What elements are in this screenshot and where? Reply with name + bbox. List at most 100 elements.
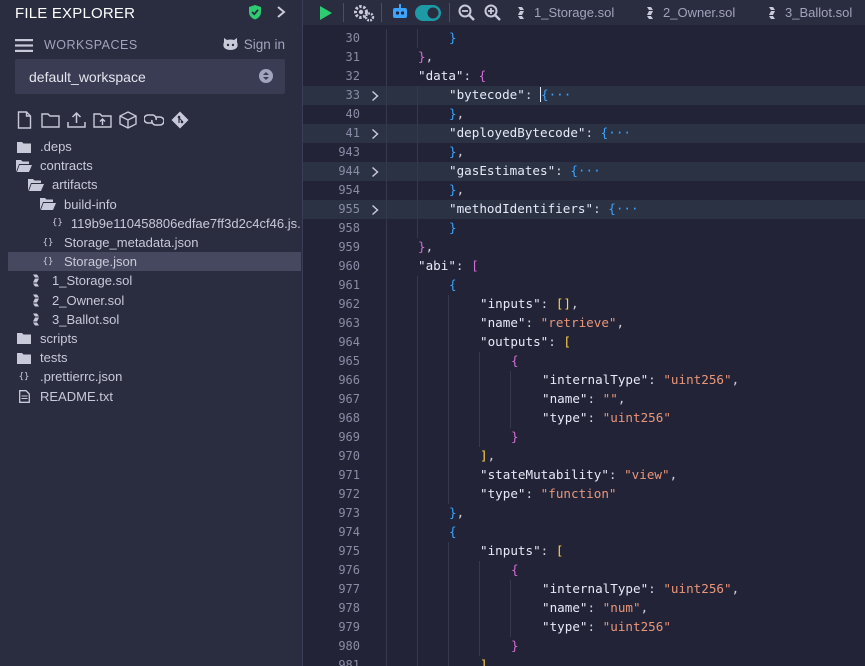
upload-folder-icon[interactable] xyxy=(92,110,112,129)
code-line[interactable]: 961 { xyxy=(303,276,865,295)
code-line[interactable]: 967 "name": "", xyxy=(303,390,865,409)
sign-in-button[interactable]: Sign in xyxy=(222,37,285,52)
chevron-right-icon[interactable] xyxy=(276,5,286,24)
line-number: 975 xyxy=(338,544,360,558)
code-line[interactable]: 976 { xyxy=(303,561,865,580)
indent-guide xyxy=(448,618,449,637)
code-text: "gasEstimates": {··· xyxy=(449,163,601,178)
code-line[interactable]: 969} xyxy=(303,428,865,447)
json-file-icon: {} xyxy=(42,256,54,267)
hamburger-menu-icon[interactable] xyxy=(15,38,33,58)
compile-settings-button[interactable] xyxy=(353,0,375,25)
code-line[interactable]: 31}, xyxy=(303,48,865,67)
tab-1-storage[interactable]: 1_Storage.sol xyxy=(517,0,614,25)
code-token: "function" xyxy=(540,486,617,501)
code-line[interactable]: 30} xyxy=(303,29,865,48)
tree-item[interactable]: tests xyxy=(8,348,301,367)
code-line[interactable]: 964 "outputs": [ xyxy=(303,333,865,352)
upload-file-icon[interactable] xyxy=(66,110,86,129)
shield-check-icon[interactable] xyxy=(248,4,262,25)
sign-in-label: Sign in xyxy=(243,37,285,52)
code-line[interactable]: 975 "inputs": [ xyxy=(303,542,865,561)
tree-item[interactable]: contracts xyxy=(8,156,301,175)
code-line[interactable]: 971 "stateMutability": "view", xyxy=(303,466,865,485)
tree-item[interactable]: .deps xyxy=(8,137,301,156)
code-line[interactable]: 966 "internalType": "uint256", xyxy=(303,371,865,390)
indent-guide xyxy=(479,580,480,599)
fold-chevron-icon[interactable] xyxy=(371,204,379,219)
tree-item[interactable]: {} Storage.json xyxy=(8,252,301,272)
code-line[interactable]: 958} xyxy=(303,219,865,238)
tree-item[interactable]: build-info xyxy=(8,195,301,214)
indent-guide xyxy=(386,257,387,276)
fold-chevron-icon[interactable] xyxy=(371,90,379,105)
link-icon[interactable] xyxy=(144,110,164,129)
ai-copilot-button[interactable] xyxy=(391,0,409,25)
code-line[interactable]: 40}, xyxy=(303,105,865,124)
tree-item-label: 3_Ballot.sol xyxy=(52,311,120,327)
code-line[interactable]: 978 "name": "num", xyxy=(303,599,865,618)
tree-item[interactable]: {} 119b9e110458806edfae7ff3d2c4cf46.js... xyxy=(8,214,301,233)
code-line[interactable]: 980} xyxy=(303,637,865,656)
indent-guide xyxy=(448,409,449,428)
code-line[interactable]: 973}, xyxy=(303,504,865,523)
solidity-icon xyxy=(518,6,524,19)
code-line[interactable]: 962 "inputs": [], xyxy=(303,295,865,314)
indent-guide xyxy=(386,523,387,542)
code-line[interactable]: 974 { xyxy=(303,523,865,542)
tree-item[interactable]: 1_Storage.sol xyxy=(8,271,301,290)
indent-guide xyxy=(417,523,418,542)
code-line[interactable]: 979 "type": "uint256" xyxy=(303,618,865,637)
new-file-icon[interactable] xyxy=(14,110,34,129)
tree-item[interactable]: scripts xyxy=(8,329,301,348)
package-icon[interactable] xyxy=(118,110,138,129)
code-line[interactable]: 954}, xyxy=(303,181,865,200)
code-line[interactable]: 968 "type": "uint256" xyxy=(303,409,865,428)
code-token: : xyxy=(555,163,571,178)
code-token: , xyxy=(425,239,434,254)
code-token: "uint256" xyxy=(663,372,732,387)
code-token: ] xyxy=(480,448,488,463)
new-folder-icon[interactable] xyxy=(40,110,60,129)
git-icon[interactable] xyxy=(170,110,190,129)
tab-3-ballot[interactable]: 3_Ballot.sol xyxy=(768,0,852,25)
zoom-in-button[interactable] xyxy=(484,0,501,25)
code-line[interactable]: 977 "internalType": "uint256", xyxy=(303,580,865,599)
tree-item[interactable]: artifacts xyxy=(8,175,301,194)
zoom-out-button[interactable] xyxy=(458,0,475,25)
code-line[interactable]: 955 "methodIdentifiers": {··· xyxy=(303,200,865,219)
code-line[interactable]: 981], xyxy=(303,656,865,666)
tree-item[interactable]: 2_Owner.sol xyxy=(8,291,301,310)
code-line[interactable]: 33 "bytecode": {··· xyxy=(303,86,865,105)
tree-item-label: build-info xyxy=(64,196,117,212)
tree-item[interactable]: {} .prettierrc.json xyxy=(8,367,301,386)
code-editor[interactable]: 30} 31}, 32 "data": {33 "bytecode": {··· 40},… xyxy=(303,25,865,666)
code-token: [ xyxy=(555,543,564,558)
tree-item[interactable]: README.txt xyxy=(8,386,301,405)
tree-item[interactable]: {} Storage_metadata.json xyxy=(8,233,301,252)
code-line[interactable]: 943}, xyxy=(303,143,865,162)
github-icon xyxy=(223,38,238,50)
line-number: 965 xyxy=(338,354,360,368)
code-text: ], xyxy=(480,448,495,463)
tree-item[interactable]: 3_Ballot.sol xyxy=(8,310,301,329)
indent-guide xyxy=(448,333,449,352)
indent-guide xyxy=(386,86,387,105)
indent-guide xyxy=(417,599,418,618)
code-line[interactable]: 963 "name": "retrieve", xyxy=(303,314,865,333)
code-line[interactable]: 944 "gasEstimates": {··· xyxy=(303,162,865,181)
code-line[interactable]: 32 "data": { xyxy=(303,67,865,86)
code-line[interactable]: 959}, xyxy=(303,238,865,257)
workspace-select[interactable]: default_workspace xyxy=(15,59,285,94)
code-line[interactable]: 965 { xyxy=(303,352,865,371)
code-line[interactable]: 970], xyxy=(303,447,865,466)
copilot-toggle[interactable] xyxy=(415,0,441,25)
code-line[interactable]: 41 "deployedBytecode": {··· xyxy=(303,124,865,143)
code-line[interactable]: 960 "abi": [ xyxy=(303,257,865,276)
fold-chevron-icon[interactable] xyxy=(371,128,379,143)
fold-chevron-icon[interactable] xyxy=(371,166,379,181)
code-line[interactable]: 972 "type": "function" xyxy=(303,485,865,504)
run-button[interactable] xyxy=(319,0,333,25)
tab-2-owner[interactable]: 2_Owner.sol xyxy=(646,0,735,25)
code-token: : xyxy=(548,334,564,349)
